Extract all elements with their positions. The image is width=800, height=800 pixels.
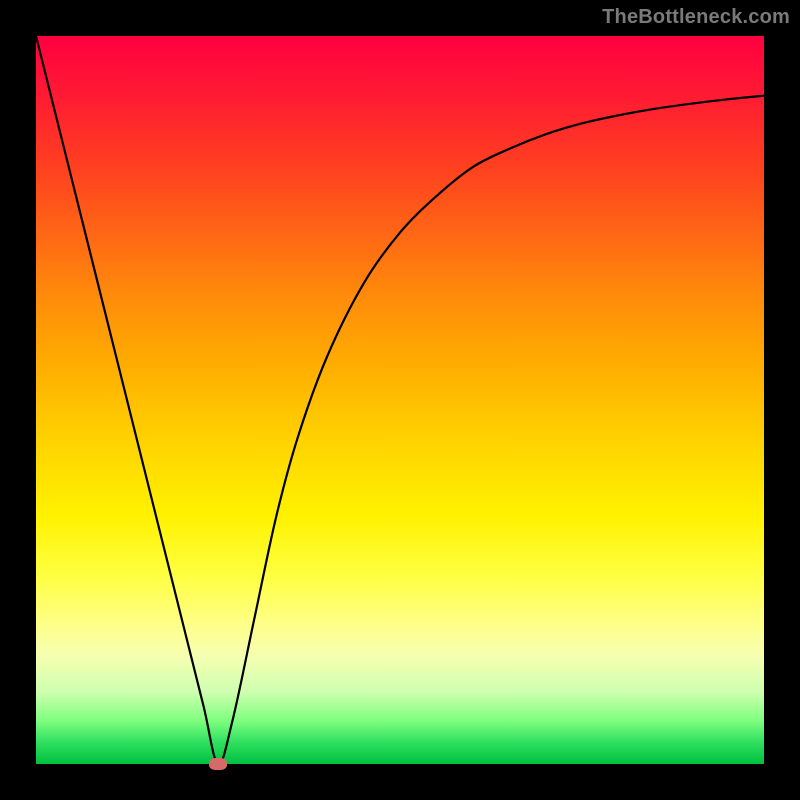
chart-frame: TheBottleneck.com <box>0 0 800 800</box>
optimum-marker <box>209 758 227 770</box>
plot-area <box>36 36 764 764</box>
bottleneck-curve <box>36 36 764 764</box>
watermark-text: TheBottleneck.com <box>602 6 790 29</box>
